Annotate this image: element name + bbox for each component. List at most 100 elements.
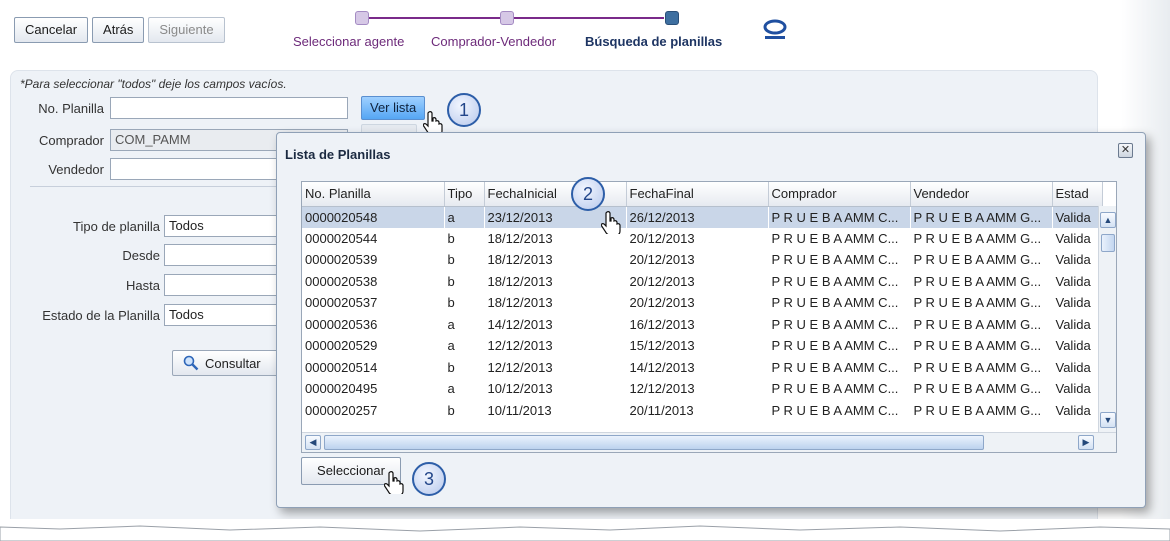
table-cell: 0000020495 <box>305 381 378 397</box>
table-cell: a <box>444 206 484 228</box>
scroll-right-icon[interactable]: ▶ <box>1078 435 1094 450</box>
column-header[interactable]: Estad <box>1052 182 1103 207</box>
table-row[interactable]: 0000020495 a 10/12/2013 12/12/2013 P R U E B… <box>302 378 1102 400</box>
estado-planilla-label: Estado de la Planilla <box>42 308 160 323</box>
train-label-seleccionar-agente[interactable]: Seleccionar agente <box>293 34 404 49</box>
table-row[interactable]: 0000020257 b 10/11/2013 20/11/2013 P R U E B… <box>302 400 1102 422</box>
table-cell: P R U E B A AMM C... <box>771 402 899 418</box>
table-cell: Valida <box>1055 230 1091 246</box>
close-icon[interactable]: ✕ <box>1118 143 1133 158</box>
planillas-grid: No. Planilla Tipo FechaInicial FechaFinal Co… <box>302 182 1103 421</box>
planilla-label: No. Planilla <box>38 101 104 116</box>
column-header[interactable]: FechaFinal <box>626 182 769 207</box>
table-cell: 16/12/2013 <box>629 316 695 332</box>
table-cell: 12/12/2013 <box>629 381 695 397</box>
table-cell: 0000020536 <box>305 316 378 332</box>
step-callout-1: 1 <box>447 93 481 127</box>
table-cell: P R U E B A AMM G... <box>913 252 1042 268</box>
desde-label: Desde <box>122 248 160 263</box>
search-icon <box>183 355 199 371</box>
table-cell: b <box>447 230 455 246</box>
table-cell: 14/12/2013 <box>487 316 553 332</box>
table-cell: b <box>447 273 455 289</box>
process-train: Seleccionar agente Comprador-Vendedor Bú… <box>290 8 810 52</box>
tipo-planilla-label: Tipo de planilla <box>73 219 160 234</box>
table-row[interactable]: 0000020529 a 12/12/2013 15/12/2013 P R U E B… <box>302 335 1102 357</box>
table-cell: P R U E B A AMM C... <box>771 230 899 246</box>
table-cell: P R U E B A AMM G... <box>913 381 1042 397</box>
train-stop-busqueda-planillas <box>665 11 679 25</box>
table-cell: P R U E B A AMM G... <box>913 273 1042 289</box>
scroll-left-icon[interactable]: ◀ <box>305 435 321 450</box>
table-cell: P R U E B A AMM G... <box>913 230 1042 246</box>
table-cell: 10/12/2013 <box>487 381 553 397</box>
table-cell: Valida <box>1055 359 1091 375</box>
table-cell: 20/12/2013 <box>629 273 695 289</box>
table-cell: b <box>447 252 455 268</box>
table-cell: b <box>447 295 455 311</box>
table-cell: P R U E B A AMM G... <box>913 402 1042 418</box>
table-cell: 20/12/2013 <box>629 295 695 311</box>
table-row[interactable]: 0000020544 b 18/12/2013 20/12/2013 P R U E B… <box>302 228 1102 250</box>
train-connector <box>362 17 502 19</box>
column-header[interactable]: Vendedor <box>910 182 1053 207</box>
table-cell: P R U E B A AMM G... <box>913 295 1042 311</box>
table-cell: 20/12/2013 <box>629 230 695 246</box>
table-row[interactable]: 0000020537 b 18/12/2013 20/12/2013 P R U E B… <box>302 292 1102 314</box>
table-cell: P R U E B A AMM G... <box>910 206 1052 228</box>
table-cell: b <box>447 359 455 375</box>
hand-cursor-icon <box>423 111 443 134</box>
train-stop-comprador-vendedor[interactable] <box>500 11 514 25</box>
navigation-toolbar: Cancelar Atrás Siguiente <box>14 17 229 43</box>
vertical-scroll-thumb[interactable] <box>1101 234 1115 252</box>
vendedor-label: Vendedor <box>48 162 104 177</box>
cancel-button[interactable]: Cancelar <box>14 17 89 43</box>
table-cell: P R U E B A AMM C... <box>771 252 899 268</box>
step-callout-2: 2 <box>571 177 605 211</box>
table-cell: Valida <box>1055 402 1091 418</box>
consultar-label: Consultar <box>205 355 261 371</box>
train-label-busqueda-planillas: Búsqueda de planillas <box>585 34 723 49</box>
table-cell: P R U E B A AMM C... <box>771 338 899 354</box>
table-cell: P R U E B A AMM G... <box>913 316 1042 332</box>
planilla-input[interactable] <box>110 97 348 119</box>
step-callout-3: 3 <box>412 462 446 496</box>
table-cell: Valida <box>1052 206 1102 228</box>
train-label-comprador-vendedor[interactable]: Comprador-Vendedor <box>431 34 556 49</box>
table-row[interactable]: 0000020514 b 12/12/2013 14/12/2013 P R U E B… <box>302 357 1102 379</box>
table-cell: 0000020538 <box>305 273 378 289</box>
consultar-button[interactable]: Consultar <box>172 350 280 376</box>
train-stop-seleccionar-agente[interactable] <box>355 11 369 25</box>
comprador-label: Comprador <box>38 133 104 148</box>
table-cell: 0000020544 <box>305 230 378 246</box>
table-cell: b <box>447 402 455 418</box>
table-row[interactable]: 0000020539 b 18/12/2013 20/12/2013 P R U E B… <box>302 249 1102 271</box>
table-row[interactable]: 0000020536 a 14/12/2013 16/12/2013 P R U E B… <box>302 314 1102 336</box>
table-cell: P R U E B A AMM C... <box>771 273 899 289</box>
scroll-down-icon[interactable]: ▼ <box>1100 412 1116 428</box>
vertical-scrollbar[interactable]: ▲ ▼ <box>1098 206 1116 432</box>
table-cell: P R U E B A AMM C... <box>771 295 899 311</box>
table-cell: 0000020257 <box>305 402 378 418</box>
horizontal-scrollbar[interactable]: ◀ ▶ <box>302 432 1116 452</box>
table-cell: 20/12/2013 <box>629 252 695 268</box>
ver-lista-button[interactable]: Ver lista <box>361 96 426 120</box>
horizontal-scroll-thumb[interactable] <box>324 435 984 450</box>
next-button: Siguiente <box>148 17 225 43</box>
table-row[interactable]: 0000020548 a 23/12/2013 26/12/2013 P R U E B… <box>302 206 1102 228</box>
table-cell: Valida <box>1055 273 1091 289</box>
column-header[interactable]: No. Planilla <box>302 182 445 207</box>
train-connector <box>514 17 664 19</box>
table-row[interactable]: 0000020538 b 18/12/2013 20/12/2013 P R U E B… <box>302 271 1102 293</box>
table-cell: P R U E B A AMM C... <box>771 359 899 375</box>
column-header[interactable]: Tipo <box>444 182 485 207</box>
back-button[interactable]: Atrás <box>92 17 145 43</box>
column-header[interactable]: Comprador <box>768 182 911 207</box>
table-cell: Valida <box>1055 338 1091 354</box>
hand-cursor-icon <box>601 211 621 234</box>
table-cell: 15/12/2013 <box>629 338 695 354</box>
lista-planillas-dialog: Lista de Planillas ✕ No. Planilla Tipo Fec… <box>276 132 1146 508</box>
table-cell: 26/12/2013 <box>626 206 768 228</box>
scroll-up-icon[interactable]: ▲ <box>1100 212 1116 228</box>
table-cell: 10/11/2013 <box>487 402 552 418</box>
